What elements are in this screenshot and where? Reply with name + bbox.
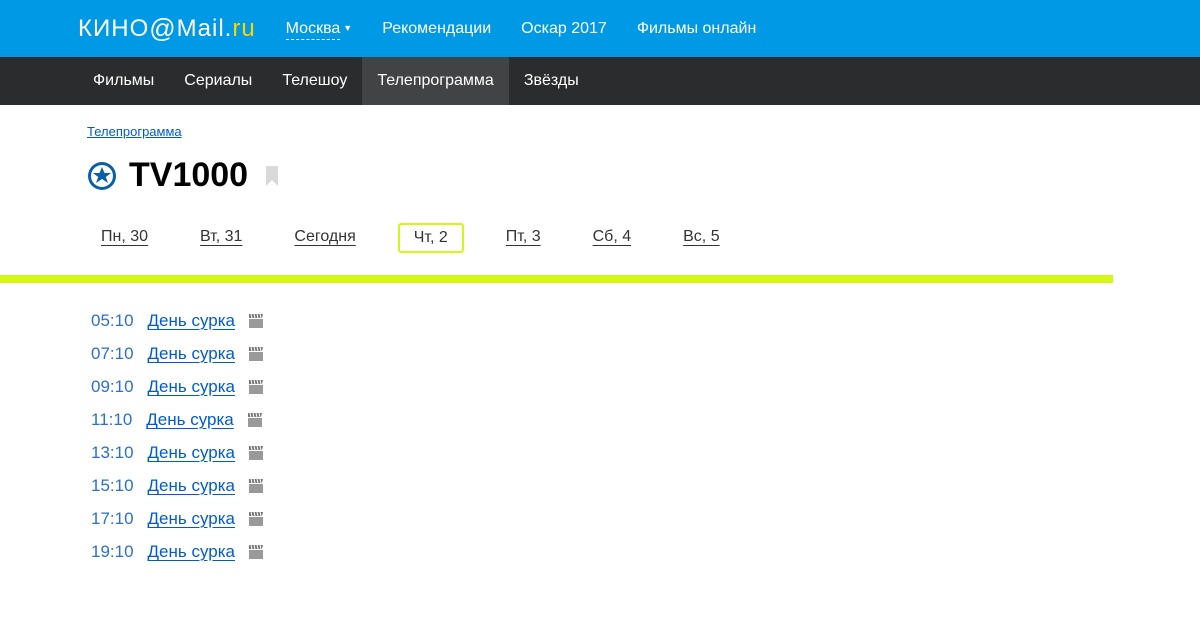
clapper-icon <box>248 413 262 427</box>
day-tabs: Пн, 30 Вт, 31 Сегодня Чт, 2 Пт, 3 Сб, 4 … <box>87 223 1200 253</box>
top-bar: КИНО@Mail.ru Москва▼ Рекомендации Оскар … <box>0 0 1200 57</box>
schedule-row: 13:10 День сурка <box>91 443 1200 463</box>
schedule-row: 09:10 День сурка <box>91 377 1200 397</box>
clapper-icon <box>249 314 263 328</box>
schedule-row: 17:10 День сурка <box>91 509 1200 529</box>
content-area: Телепрограмма TV1000 Пн, 30 Вт, 31 Сегод… <box>0 105 1200 562</box>
clapper-icon <box>249 479 263 493</box>
clapper-icon <box>249 512 263 526</box>
schedule-row: 07:10 День сурка <box>91 344 1200 364</box>
channel-name: TV1000 <box>129 156 248 195</box>
logo-ru: ru <box>232 15 255 43</box>
schedule-row: 15:10 День сурка <box>91 476 1200 496</box>
schedule-title[interactable]: День сурка <box>148 476 235 496</box>
day-tab-fri[interactable]: Пт, 3 <box>496 223 551 253</box>
schedule-time: 05:10 <box>91 311 134 331</box>
nav-films[interactable]: Фильмы <box>78 57 169 105</box>
clapper-icon <box>249 446 263 460</box>
schedule-title[interactable]: День сурка <box>148 509 235 529</box>
site-logo[interactable]: КИНО@Mail.ru <box>78 13 256 44</box>
nav-series[interactable]: Сериалы <box>169 57 267 105</box>
city-selector[interactable]: Москва▼ <box>286 20 353 38</box>
day-tab-tue[interactable]: Вт, 31 <box>190 223 252 253</box>
nav-films-online[interactable]: Фильмы онлайн <box>637 20 756 38</box>
logo-dot: . <box>225 15 233 43</box>
nav-stars[interactable]: Звёзды <box>509 57 594 105</box>
schedule-row: 05:10 День сурка <box>91 311 1200 331</box>
day-tab-thu[interactable]: Чт, 2 <box>398 223 464 253</box>
schedule-time: 11:10 <box>91 410 132 430</box>
schedule-time: 07:10 <box>91 344 134 364</box>
breadcrumb[interactable]: Телепрограмма <box>87 124 182 139</box>
clapper-icon <box>249 380 263 394</box>
nav-schedule[interactable]: Телепрограмма <box>362 57 508 105</box>
nav-recommendations[interactable]: Рекомендации <box>382 20 491 38</box>
channel-header: TV1000 <box>87 156 1200 195</box>
schedule-time: 09:10 <box>91 377 134 397</box>
clapper-icon <box>249 545 263 559</box>
chevron-down-icon: ▼ <box>343 23 352 33</box>
nav-shows[interactable]: Телешоу <box>267 57 362 105</box>
schedule-title[interactable]: День сурка <box>148 377 235 397</box>
logo-kino: КИНО <box>78 15 149 43</box>
schedule-title[interactable]: День сурка <box>148 311 235 331</box>
clapper-icon <box>249 347 263 361</box>
main-nav: Фильмы Сериалы Телешоу Телепрограмма Звё… <box>0 57 1200 105</box>
schedule-list: 05:10 День сурка 07:10 День сурка 09:10 … <box>87 311 1200 562</box>
separator-line <box>0 275 1113 283</box>
schedule-title[interactable]: День сурка <box>148 542 235 562</box>
schedule-time: 15:10 <box>91 476 134 496</box>
schedule-time: 19:10 <box>91 542 134 562</box>
day-tab-sat[interactable]: Сб, 4 <box>583 223 642 253</box>
schedule-row: 11:10 День сурка <box>91 410 1200 430</box>
bookmark-icon[interactable] <box>264 166 280 186</box>
schedule-time: 17:10 <box>91 509 134 529</box>
nav-oscar[interactable]: Оскар 2017 <box>521 20 607 38</box>
schedule-title[interactable]: День сурка <box>148 443 235 463</box>
logo-at-icon: @ <box>149 13 176 44</box>
day-tab-sun[interactable]: Вс, 5 <box>673 223 729 253</box>
schedule-title[interactable]: День сурка <box>146 410 233 430</box>
day-tab-mon[interactable]: Пн, 30 <box>91 223 158 253</box>
day-tab-today[interactable]: Сегодня <box>284 223 365 253</box>
logo-mail: Mail <box>177 15 225 43</box>
schedule-time: 13:10 <box>91 443 134 463</box>
channel-logo-icon <box>87 161 117 191</box>
city-label: Москва <box>286 20 341 40</box>
schedule-title[interactable]: День сурка <box>148 344 235 364</box>
schedule-row: 19:10 День сурка <box>91 542 1200 562</box>
